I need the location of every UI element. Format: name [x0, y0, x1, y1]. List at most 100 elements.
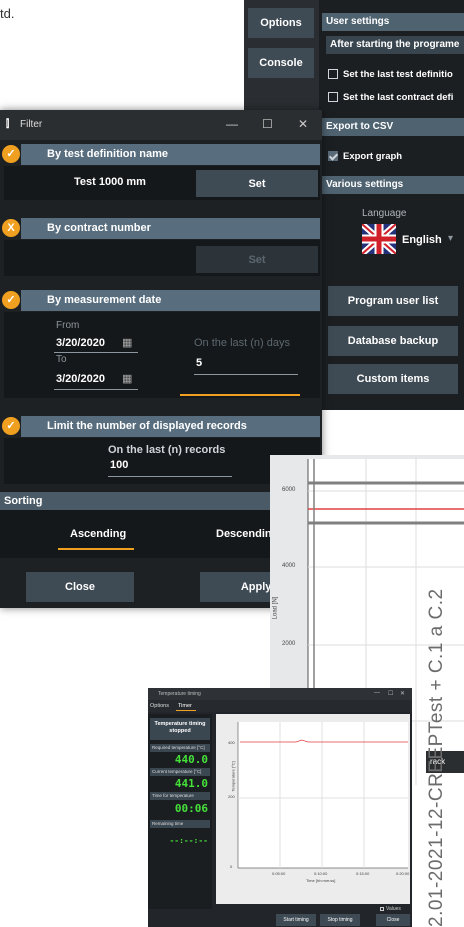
- window-title: Temperature timing: [158, 691, 201, 697]
- tab-console[interactable]: Console: [248, 48, 314, 78]
- checkbox-label: Set the last test definitio: [343, 68, 453, 80]
- set-test-definition-button[interactable]: Set: [196, 170, 318, 197]
- from-date-input[interactable]: 3/20/2020: [56, 337, 105, 349]
- rotated-caption: 2.01-2021-12-CREEPTest + C.1 a C.2: [426, 588, 447, 927]
- checkmark-icon[interactable]: ✓: [2, 291, 20, 309]
- checkbox-label: Export graph: [343, 150, 403, 162]
- section-title: By measurement date: [47, 294, 162, 306]
- y-tick-label: 400: [228, 740, 235, 745]
- timing-status: Temperature timing stopped: [150, 718, 210, 740]
- measurement-date-header[interactable]: By measurement date: [21, 290, 320, 311]
- close-icon[interactable]: ✕: [400, 690, 405, 697]
- chart-x-label: Time [hh:mm:ss]: [306, 878, 336, 883]
- y-axis-label: Load [N]: [272, 596, 279, 620]
- after-start-header: After starting the programe: [326, 36, 464, 54]
- section-title: By test definition name: [47, 148, 169, 160]
- to-date-input[interactable]: 3/20/2020: [56, 373, 105, 385]
- close-button[interactable]: Close: [376, 914, 410, 926]
- last-days-input[interactable]: 5: [196, 357, 202, 369]
- checkmark-icon[interactable]: ✓: [2, 145, 20, 163]
- stop-timing-button[interactable]: Stop timing: [320, 914, 360, 926]
- calendar-icon[interactable]: ▦: [122, 336, 132, 349]
- remaining-time-value: --:--:--: [169, 836, 208, 845]
- limit-records-header[interactable]: Limit the number of displayed records: [21, 416, 320, 437]
- sort-ascending-option[interactable]: Ascending: [70, 528, 126, 540]
- records-input[interactable]: 100: [110, 459, 128, 471]
- required-temperature-label: Required temperature [°C]: [150, 744, 210, 752]
- last-days-label: On the last (n) days: [194, 337, 290, 349]
- x-tick-label: 0:15:00: [356, 871, 370, 876]
- test-definition-header[interactable]: By test definition name: [21, 144, 320, 165]
- time-for-temperature-label: Time for temperature: [150, 792, 210, 800]
- temperature-timing-window: Temperature timing — ☐ ✕ Options Timer T…: [148, 688, 412, 927]
- x-mark-icon[interactable]: X: [2, 219, 20, 237]
- measurement-date-panel: From 3/20/2020 ▦ To 3/20/2020 ▦ On the l…: [4, 312, 320, 398]
- values-checkbox[interactable]: Values: [380, 906, 401, 912]
- to-underline: [54, 389, 138, 390]
- sort-descending-option[interactable]: Descending: [216, 528, 278, 540]
- y-tick-label: 6000: [282, 487, 296, 493]
- language-select[interactable]: English ▾: [362, 224, 462, 256]
- export-csv-header: Export to CSV: [322, 118, 464, 136]
- program-user-list-button[interactable]: Program user list: [328, 286, 458, 316]
- records-label: On the last (n) records: [108, 444, 226, 456]
- section-title: Limit the number of displayed records: [47, 420, 247, 432]
- checkbox-box[interactable]: [380, 907, 384, 911]
- uk-flag-icon: [362, 224, 396, 254]
- chevron-down-icon: ▾: [448, 233, 454, 244]
- test-definition-value: Test 1000 mm: [74, 176, 146, 188]
- active-tab-indicator: [176, 710, 196, 711]
- tab-options[interactable]: Options: [248, 8, 314, 38]
- page-text-fragment: td.: [0, 6, 15, 21]
- checkbox-label: Set the last contract defi: [343, 91, 454, 103]
- chart-y-label: Temperature [°C]: [230, 761, 236, 792]
- maximize-icon[interactable]: ☐: [262, 117, 273, 131]
- app-icon: ⫿: [6, 119, 10, 130]
- options-panel: User settings After starting the program…: [322, 0, 464, 410]
- export-graph-checkbox[interactable]: Export graph: [328, 148, 402, 164]
- close-icon[interactable]: ✕: [298, 117, 308, 131]
- required-temperature-value: 440.0: [174, 753, 208, 766]
- window-title: Filter: [20, 119, 43, 130]
- language-label: Language: [362, 208, 407, 219]
- checkbox-box[interactable]: [328, 69, 338, 79]
- last-days-underline: [194, 374, 298, 375]
- minimize-icon[interactable]: —: [374, 690, 380, 696]
- calendar-icon[interactable]: ▦: [122, 372, 132, 385]
- close-button[interactable]: Close: [26, 572, 134, 602]
- active-option-indicator: [180, 394, 300, 396]
- time-for-temperature-value: 00:06: [174, 802, 208, 815]
- checkmark-icon[interactable]: ✓: [2, 417, 20, 435]
- database-backup-button[interactable]: Database backup: [328, 326, 458, 356]
- temperature-chart: Temperature [°C] 400 200 0 0:05:00 0:10:…: [216, 714, 410, 904]
- from-underline: [54, 352, 138, 353]
- y-tick-label: 0: [230, 864, 233, 869]
- start-timing-button[interactable]: Start timing: [276, 914, 316, 926]
- filter-titlebar: ⫿ Filter — ☐ ✕: [0, 110, 322, 140]
- language-value: English: [402, 234, 442, 246]
- tab-options[interactable]: Options: [150, 703, 169, 709]
- maximize-icon[interactable]: ☐: [388, 690, 393, 697]
- remaining-time-label: Remaining time: [150, 820, 210, 828]
- custom-items-button[interactable]: Custom items: [328, 364, 458, 394]
- checkbox-box[interactable]: [328, 92, 338, 102]
- checkbox-box[interactable]: [328, 151, 338, 161]
- current-temperature-value: 441.0: [174, 777, 208, 790]
- temperature-tabs: Options Timer: [148, 700, 412, 712]
- contract-number-header[interactable]: By contract number: [21, 218, 320, 239]
- from-label: From: [56, 320, 80, 331]
- x-tick-label: 0:10:00: [314, 871, 328, 876]
- y-tick-label: 4000: [282, 563, 296, 569]
- set-last-contract-checkbox[interactable]: Set the last contract defi: [328, 89, 453, 105]
- records-underline: [108, 476, 232, 477]
- y-tick-label: 2000: [282, 641, 296, 647]
- set-last-test-definition-checkbox[interactable]: Set the last test definitio: [328, 66, 453, 82]
- tab-timer[interactable]: Timer: [178, 703, 192, 709]
- x-tick-label: 0:20:00: [396, 871, 410, 876]
- temperature-titlebar: Temperature timing — ☐ ✕: [148, 688, 412, 700]
- section-title: By contract number: [47, 222, 151, 234]
- various-settings-header: Various settings: [322, 176, 464, 194]
- minimize-icon[interactable]: —: [226, 117, 238, 131]
- selected-sort-indicator: [58, 548, 134, 550]
- set-contract-button: Set: [196, 246, 318, 273]
